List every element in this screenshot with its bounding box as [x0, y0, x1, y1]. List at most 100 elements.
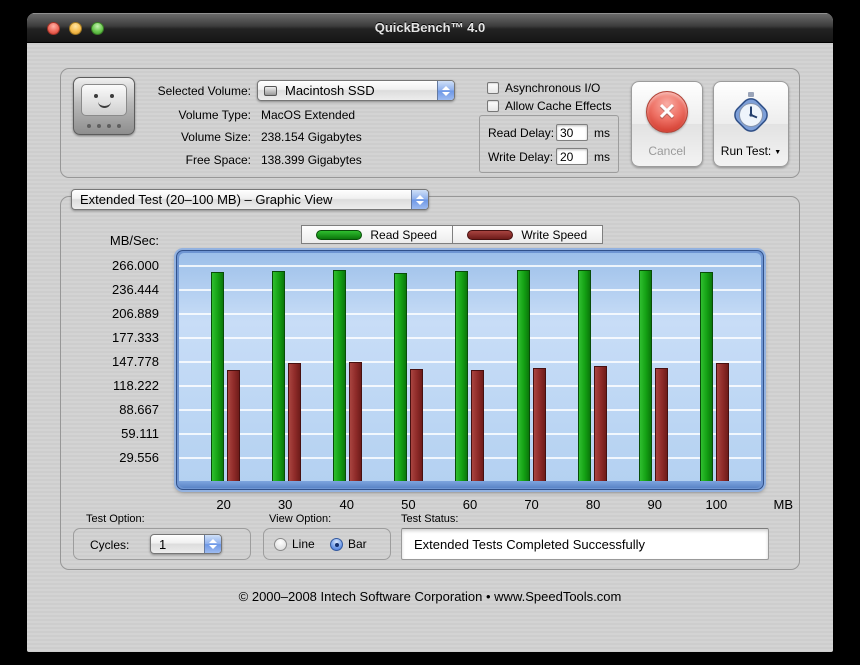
- line-radio-row: Line: [274, 537, 315, 551]
- volume-type-label: Volume Type:: [178, 108, 252, 122]
- volume-type-value: MacOS Extended: [261, 108, 356, 122]
- read-delay-input[interactable]: [556, 124, 588, 141]
- title-bar[interactable]: QuickBench™ 4.0: [27, 13, 833, 43]
- cycles-group: Cycles: 1: [73, 528, 251, 560]
- y-axis-labels: 266.000 236.444 206.889 177.333 147.778 118.2…: [69, 253, 159, 482]
- view-option-label: View Option:: [269, 513, 332, 525]
- read-speed-bar: [211, 271, 225, 482]
- window-title: QuickBench™ 4.0: [374, 20, 486, 35]
- write-delay-unit: ms: [594, 149, 610, 164]
- write-speed-bar: [349, 361, 363, 482]
- bar-radio[interactable]: [330, 537, 343, 551]
- read-delay-label: Read Delay:: [488, 125, 555, 140]
- x-axis-unit: MB: [773, 497, 794, 512]
- cache-effects-checkbox-row: Allow Cache Effects: [487, 99, 612, 113]
- run-test-dropdown-caret-icon: ▼: [774, 148, 782, 156]
- write-delay-input[interactable]: [556, 148, 588, 165]
- cycles-popup[interactable]: 1: [150, 534, 222, 554]
- bar-group: [272, 270, 302, 482]
- stopwatch-icon: [734, 92, 768, 132]
- y-tick-label: 177.333: [112, 330, 159, 345]
- view-option-group: Line Bar: [263, 528, 391, 560]
- read-speed-bar: [516, 270, 530, 482]
- mini-disk-icon: [264, 86, 277, 96]
- test-view-selector-popup[interactable]: Extended Test (20–100 MB) – Graphic View: [71, 189, 429, 210]
- popup-arrows-icon: [204, 535, 221, 553]
- read-speed-bar: [638, 270, 652, 482]
- x-tick-label: 50: [401, 497, 416, 512]
- x-tick-label: 80: [585, 497, 601, 512]
- write-speed-bar: [227, 369, 241, 482]
- async-io-checkbox-row: Asynchronous I/O: [487, 81, 600, 95]
- read-speed-bar: [272, 270, 286, 482]
- selected-volume-popup[interactable]: Macintosh SSD: [257, 80, 455, 101]
- cache-effects-checkbox[interactable]: [487, 100, 499, 112]
- chart-legend: Read Speed Write Speed: [301, 225, 603, 244]
- cycles-value: 1: [159, 537, 167, 552]
- x-tick-label: 100: [705, 497, 728, 512]
- y-tick-label: 206.889: [112, 306, 159, 321]
- free-space-value: 138.399 Gigabytes: [261, 153, 362, 167]
- write-speed-bar: [471, 369, 485, 482]
- read-speed-bar: [455, 270, 469, 482]
- y-tick-label: 266.000: [112, 258, 159, 273]
- test-option-label: Test Option:: [86, 513, 145, 525]
- cache-effects-label: Allow Cache Effects: [505, 99, 612, 113]
- chart-plot: [176, 250, 764, 490]
- write-speed-bar: [532, 367, 546, 482]
- write-speed-bar: [593, 365, 607, 482]
- plot-area: [179, 253, 761, 482]
- write-speed-bar: [715, 363, 729, 482]
- y-tick-label: 59.111: [121, 426, 159, 441]
- write-speed-bar: [288, 363, 302, 482]
- quickbench-window: QuickBench™ 4.0 Selected Volume: Macinto…: [27, 13, 833, 652]
- y-tick-label: 88.667: [119, 402, 159, 417]
- selected-volume-label: Selected Volume:: [157, 84, 251, 98]
- x-tick-label: 60: [462, 497, 478, 512]
- bar-group: [394, 272, 424, 482]
- y-tick-label: 118.222: [112, 378, 159, 393]
- line-radio-label: Line: [292, 537, 315, 551]
- write-speed-legend-label: Write Speed: [521, 227, 588, 242]
- bar-group: [211, 271, 241, 482]
- cancel-button[interactable]: ✕ Cancel: [631, 81, 703, 167]
- y-tick-label: 147.778: [112, 354, 159, 369]
- cancel-x-icon: ✕: [646, 91, 688, 133]
- volume-size-label: Volume Size:: [180, 130, 251, 144]
- x-tick-label: 20: [216, 497, 231, 512]
- y-tick-label: 29.556: [119, 450, 159, 465]
- read-speed-legend-label: Read Speed: [370, 227, 438, 242]
- y-axis-title: MB/Sec:: [109, 233, 159, 248]
- write-speed-bar: [410, 369, 424, 482]
- read-speed-bar: [577, 270, 591, 482]
- test-results-panel: Extended Test (20–100 MB) – Graphic View…: [60, 189, 800, 570]
- cancel-button-label: Cancel: [648, 144, 686, 158]
- run-test-button[interactable]: Run Test: ▼: [713, 81, 789, 167]
- bar-group: [638, 270, 668, 482]
- async-io-checkbox[interactable]: [487, 82, 499, 94]
- x-tick-label: 40: [339, 497, 355, 512]
- read-speed-bar: [333, 270, 347, 482]
- x-axis-labels: 20 30 40 50 60 70 80 90 100 MB: [179, 497, 793, 512]
- x-tick-label: 30: [277, 497, 293, 512]
- free-space-label: Free Space:: [185, 153, 251, 167]
- bar-radio-row: Bar: [330, 537, 367, 551]
- footer-text: © 2000–2008 Intech Software Corporation …: [238, 589, 622, 604]
- legend-write-speed: Write Speed: [451, 226, 603, 243]
- write-speed-bar: [654, 367, 668, 482]
- x-tick-label: 90: [647, 497, 662, 512]
- cycles-label: Cycles:: [90, 538, 130, 552]
- line-radio[interactable]: [274, 537, 287, 551]
- test-status-label: Test Status:: [401, 513, 459, 525]
- popup-arrows-icon: [411, 190, 428, 209]
- bar-group: [577, 270, 607, 482]
- test-status-box: Extended Tests Completed Successfully: [401, 528, 769, 560]
- volume-panel: Selected Volume: Macintosh SSD Volume Ty…: [60, 68, 800, 178]
- plot-base-strip: [179, 481, 761, 488]
- x-tick-label: 70: [524, 497, 539, 512]
- test-status-text: Extended Tests Completed Successfully: [414, 536, 645, 552]
- write-speed-swatch: [467, 229, 514, 240]
- bar-group: [333, 270, 363, 482]
- run-test-button-label: Run Test:: [720, 144, 772, 158]
- volume-size-value: 238.154 Gigabytes: [261, 130, 362, 144]
